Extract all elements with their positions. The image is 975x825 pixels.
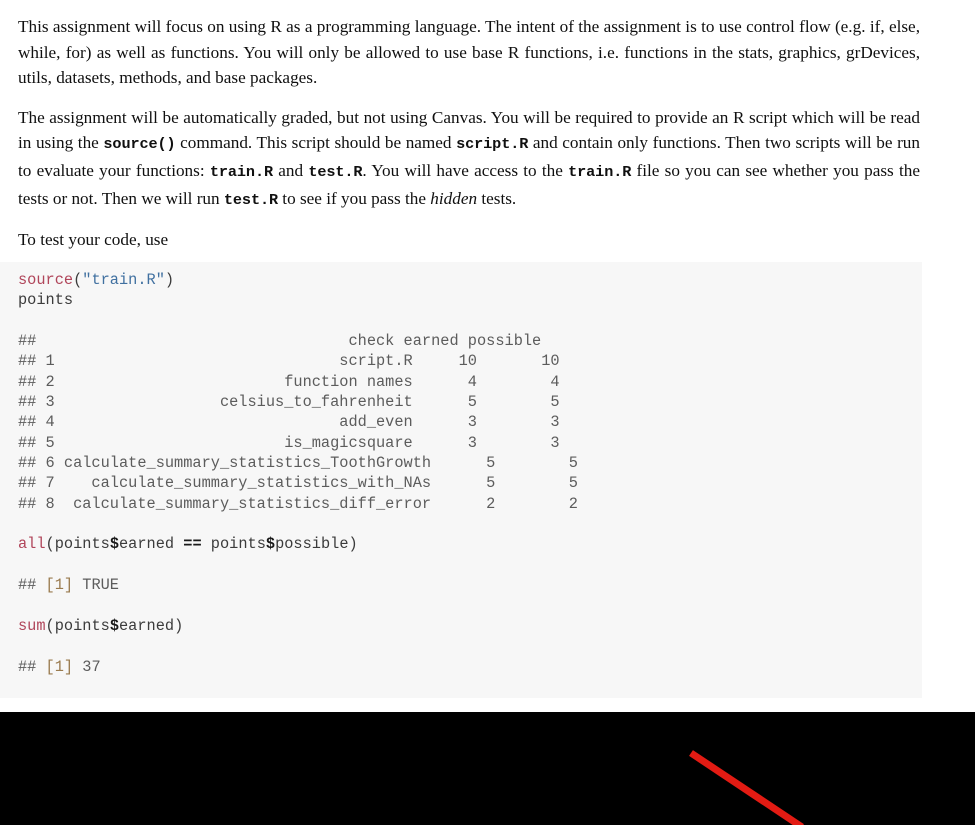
output-row-3: ## 3 celsius_to_fahrenheit 5 5: [18, 393, 560, 412]
token-sum-open-paren: (: [45, 616, 55, 635]
grading-text-5: . You will have access to the: [362, 160, 569, 180]
output-row-5: ## 5 is_magicsquare 3 3: [18, 433, 560, 452]
token-dollar-3: $: [109, 616, 119, 635]
output-row-6: ## 6 calculate_summary_statistics_ToothG…: [18, 454, 578, 473]
intro-paragraph: This assignment will focus on using R as…: [0, 0, 975, 91]
token-all-open-paren: (: [45, 535, 55, 554]
output-row-7: ## 7 calculate_summary_statistics_with_N…: [18, 474, 578, 493]
red-diagonal-annotation-line: [689, 750, 804, 825]
token-sum-function: sum: [18, 616, 46, 635]
token-equality-operator: ==: [183, 535, 202, 554]
inline-code-test-r-2: test.R: [223, 190, 278, 209]
token-points-3: points: [54, 616, 110, 635]
inline-code-train-r-1: train.R: [209, 162, 273, 181]
code-line-points: points: [18, 291, 74, 310]
token-dollar-2: $: [265, 535, 276, 554]
output-row-2: ## 2 function names 4 4: [18, 372, 560, 391]
token-all-close-paren: ): [348, 535, 358, 554]
inline-code-source-call: source(): [103, 135, 176, 154]
token-train-r-string: "train.R": [82, 271, 165, 289]
token-earned-field: earned: [119, 535, 184, 554]
grading-text-8: tests.: [477, 188, 517, 208]
token-all-function: all: [18, 535, 46, 554]
intro-paragraph-text: This assignment will focus on using R as…: [18, 17, 920, 88]
annotation-layer: [689, 750, 804, 825]
emphasis-hidden: hidden: [430, 188, 478, 208]
token-earned-field-2: earned: [119, 616, 175, 635]
inline-code-train-r-2: train.R: [568, 162, 632, 181]
inline-code-test-r-1: test.R: [308, 162, 363, 181]
code-line-sum: sum(points$earned): [18, 617, 183, 635]
grading-text-7: to see if you pass the: [278, 188, 431, 208]
test-instruction-text: To test your code, use: [18, 230, 169, 250]
code-listing: source("train.R") points ## check earned…: [18, 270, 922, 677]
output-row-8: ## 8 calculate_summary_statistics_diff_e…: [18, 494, 578, 513]
output-line-37: ## [1] 37: [18, 658, 101, 676]
output-line-true: ## [1] TRUE: [18, 576, 119, 594]
token-index-1a: [1]: [45, 576, 74, 595]
r-code-output-block: source("train.R") points ## check earned…: [0, 262, 922, 698]
token-dollar-1: $: [109, 535, 119, 554]
token-hash-true: ##: [18, 576, 46, 595]
token-close-paren: ): [164, 271, 175, 289]
test-instruction-paragraph: To test your code, use: [0, 213, 975, 253]
code-line-source: source("train.R"): [18, 271, 174, 289]
output-line-header: ## check earned possible: [18, 332, 542, 351]
token-hash-37: ##: [18, 657, 46, 676]
token-possible-field: possible: [275, 535, 349, 554]
token-points-1: points: [54, 535, 110, 554]
output-row-4: ## 4 add_even 3 3: [18, 413, 560, 432]
grading-paragraph: The assignment will be automatically gra…: [0, 91, 975, 213]
token-sum-close-paren: ): [174, 616, 184, 635]
grading-text-2: command. This script should be named: [175, 133, 457, 153]
inline-code-script-r: script.R: [456, 135, 529, 154]
bottom-black-region: [0, 712, 975, 825]
token-true-value: TRUE: [73, 576, 119, 595]
output-row-1: ## 1 script.R 10 10: [18, 352, 560, 371]
token-points-2: points: [201, 535, 266, 554]
token-index-1b: [1]: [45, 657, 74, 676]
token-source-function: source: [18, 271, 74, 289]
document-body: This assignment will focus on using R as…: [0, 0, 975, 253]
token-open-paren: (: [73, 271, 83, 289]
grading-text-4: and: [272, 160, 309, 180]
token-sum-value: 37: [73, 657, 101, 676]
code-line-all: all(points$earned == points$possible): [18, 535, 358, 553]
